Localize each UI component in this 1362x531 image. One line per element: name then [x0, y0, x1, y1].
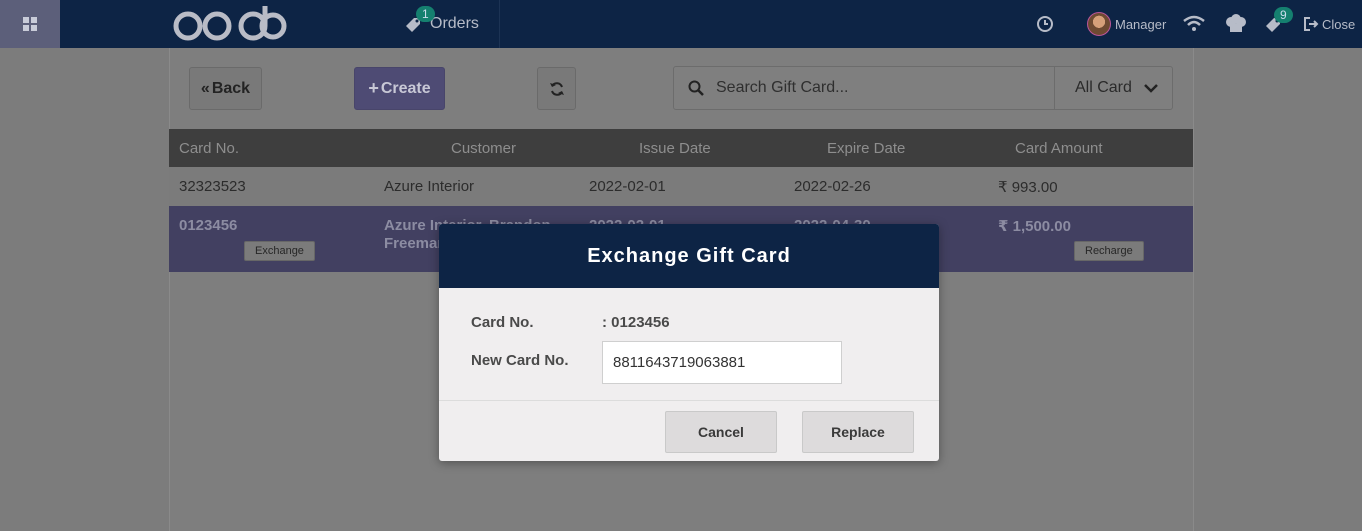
new-card-no-input[interactable]	[602, 341, 842, 384]
close-button[interactable]: Close	[1304, 0, 1355, 48]
chevron-down-icon	[1144, 84, 1158, 93]
odoo-logo	[173, 6, 287, 41]
orders-label: Orders	[430, 15, 479, 32]
apps-menu-button[interactable]	[0, 0, 60, 48]
cell-customer: Azure Interior	[384, 178, 475, 195]
table-header: Card No. Customer Issue Date Expire Date…	[169, 129, 1193, 167]
dialog-body: Card No. : 0123456 New Card No.	[439, 288, 939, 401]
create-button[interactable]: + Create	[354, 67, 445, 110]
sign-out-icon	[1304, 17, 1319, 31]
cell-amount: ₹ 1,500.00	[998, 218, 1071, 235]
header-card-amount: Card Amount	[1015, 140, 1103, 157]
header-expire-date: Expire Date	[827, 140, 906, 157]
ticket-icon: 1	[404, 6, 435, 34]
refresh-icon	[549, 81, 564, 96]
close-label: Close	[1322, 16, 1356, 32]
giftcard-nav[interactable]: 9	[1264, 0, 1293, 48]
new-card-no-label: New Card No.	[471, 352, 569, 369]
user-menu[interactable]: Manager	[1087, 0, 1166, 48]
header-issue-date: Issue Date	[639, 140, 711, 157]
chef-hat-icon[interactable]	[1225, 0, 1247, 48]
replace-button[interactable]: Replace	[802, 411, 914, 453]
avatar	[1087, 12, 1111, 36]
user-name: Manager	[1115, 16, 1167, 32]
back-button[interactable]: « Back	[189, 67, 262, 110]
card-filter-select[interactable]: All Card	[1054, 66, 1173, 110]
search-icon	[688, 80, 704, 96]
cell-card-no: 32323523	[179, 178, 246, 195]
exchange-button[interactable]: Exchange	[244, 241, 315, 261]
table-row[interactable]: 32323523 Azure Interior 2022-02-01 2022-…	[169, 167, 1193, 206]
cell-card-no: 0123456	[179, 217, 238, 234]
orders-nav[interactable]: 1 Orders	[400, 0, 500, 48]
cancel-button[interactable]: Cancel	[665, 411, 777, 453]
card-no-value: : 0123456	[602, 314, 670, 331]
grid-icon	[23, 17, 37, 31]
cell-amount: ₹ 993.00	[998, 179, 1058, 196]
clock-icon[interactable]	[1036, 0, 1054, 48]
search-bar	[673, 66, 1055, 110]
search-input[interactable]	[716, 79, 1036, 97]
orders-count-badge: 1	[416, 6, 435, 22]
card-no-label: Card No.	[471, 314, 534, 331]
dialog-title: Exchange Gift Card	[439, 224, 939, 288]
exchange-gift-card-dialog: Exchange Gift Card Card No. : 0123456 Ne…	[439, 224, 939, 461]
cell-issue-date: 2022-02-01	[589, 178, 666, 195]
wifi-icon[interactable]	[1183, 0, 1205, 48]
plus-icon: +	[368, 78, 379, 98]
giftcard-count-badge: 9	[1274, 7, 1293, 23]
header-card-no: Card No.	[179, 140, 240, 157]
cell-expire-date: 2022-02-26	[794, 178, 871, 195]
double-chevron-left-icon: «	[200, 79, 210, 97]
recharge-button[interactable]: Recharge	[1074, 241, 1144, 261]
refresh-button[interactable]	[537, 67, 576, 110]
header-customer: Customer	[451, 140, 517, 157]
top-navbar: 1 Orders Manager 9 Close	[0, 0, 1362, 48]
